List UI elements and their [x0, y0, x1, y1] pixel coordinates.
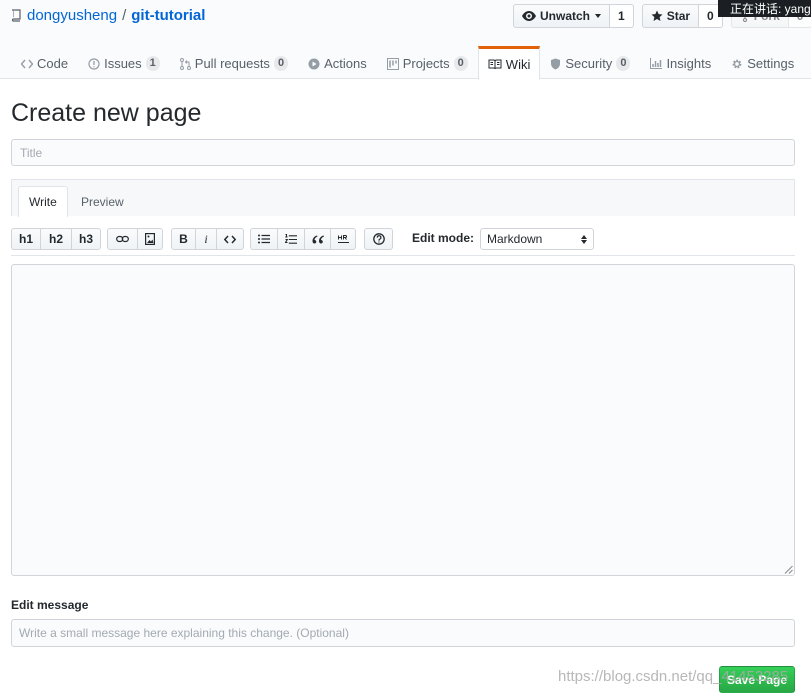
horizontal-rule-icon	[337, 234, 349, 243]
tab-preview[interactable]: Preview	[71, 186, 134, 217]
h3-button[interactable]: h3	[71, 228, 101, 250]
select-arrows-icon	[581, 234, 587, 244]
star-group: Star 0	[641, 4, 723, 28]
code-button[interactable]	[216, 228, 244, 250]
play-icon	[308, 58, 320, 69]
repo-title: dongyusheng / git-tutorial	[11, 7, 205, 24]
unordered-list-icon	[258, 234, 270, 244]
page-body-textarea[interactable]	[11, 264, 795, 576]
tab-insights[interactable]: Insights	[640, 46, 721, 79]
repo-icon	[11, 9, 21, 22]
tab-label: Issues	[104, 56, 142, 71]
tab-label: Insights	[666, 56, 712, 71]
tab-label: Security	[565, 56, 613, 71]
tab-label: Projects	[402, 56, 450, 71]
ordered-list-icon	[285, 233, 297, 244]
tab-issues[interactable]: Issues 1	[78, 46, 170, 79]
tab-projects[interactable]: Projects 0	[377, 46, 478, 79]
eye-icon	[522, 11, 536, 21]
quote-button[interactable]	[304, 228, 330, 250]
speaking-tooltip: 正在讲话: yang	[718, 0, 811, 17]
image-button[interactable]	[137, 228, 163, 250]
edit-mode-label: Edit mode:	[412, 231, 474, 245]
edit-message-label: Edit message	[11, 598, 89, 612]
repo-separator: /	[122, 7, 127, 24]
gear-icon	[732, 59, 742, 68]
tab-security[interactable]: Security 0	[540, 46, 640, 79]
bullet-list-button[interactable]	[250, 228, 277, 250]
insert-group	[107, 228, 163, 250]
help-group	[364, 228, 393, 250]
star-icon	[651, 10, 663, 21]
shield-icon	[551, 58, 561, 69]
tab-label: Settings	[747, 56, 795, 71]
issues-counter: 1	[145, 56, 160, 71]
repo-name-link[interactable]: git-tutorial	[131, 7, 205, 24]
image-icon	[145, 233, 155, 245]
watchers-count[interactable]: 1	[610, 4, 634, 28]
h2-button[interactable]: h2	[40, 228, 71, 250]
caret-down-icon	[595, 14, 602, 18]
tab-settings[interactable]: Settings	[721, 46, 804, 79]
help-button[interactable]	[364, 228, 393, 250]
link-icon	[116, 235, 129, 243]
unwatch-button[interactable]: Unwatch	[513, 4, 611, 28]
projects-counter: 0	[453, 56, 468, 71]
unwatch-label: Unwatch	[540, 9, 591, 23]
markdown-toolbar: h1 h2 h3 B i Edit mode: Markdown	[11, 228, 795, 256]
pull-requests-counter: 0	[273, 56, 289, 71]
book-icon	[488, 59, 502, 69]
italic-button[interactable]: i	[195, 228, 216, 250]
tab-pull-requests[interactable]: Pull requests 0	[170, 46, 298, 79]
editor-tabs: Write Preview	[11, 179, 795, 217]
pull-request-icon	[179, 57, 191, 70]
repo-owner-link[interactable]: dongyusheng	[27, 7, 117, 24]
code-icon	[224, 234, 236, 244]
star-label: Star	[666, 9, 691, 23]
bold-button[interactable]: B	[171, 228, 195, 250]
title-input[interactable]	[11, 139, 795, 166]
format-group: B i	[171, 228, 244, 250]
watch-group: Unwatch 1	[513, 4, 634, 28]
edit-mode-select[interactable]: Markdown	[480, 228, 594, 250]
resize-grip-icon[interactable]	[784, 565, 793, 574]
star-button[interactable]: Star	[641, 4, 700, 28]
quote-icon	[312, 235, 324, 243]
project-icon	[386, 57, 399, 70]
tab-label: Pull requests	[194, 56, 270, 71]
h1-button[interactable]: h1	[11, 228, 40, 250]
tab-label: Code	[37, 56, 69, 71]
tab-actions[interactable]: Actions	[298, 46, 377, 79]
numbered-list-button[interactable]	[277, 228, 304, 250]
graph-icon	[650, 58, 663, 69]
repo-nav-tabs: Code Issues 1 Pull requests 0 Actions Pr…	[11, 46, 804, 80]
page-title: Create new page	[11, 99, 202, 127]
tab-label: Wiki	[505, 56, 531, 72]
horizontal-rule-button[interactable]	[330, 228, 356, 250]
edit-message-input[interactable]	[11, 619, 795, 647]
link-button[interactable]	[107, 228, 137, 250]
list-group	[250, 228, 356, 250]
code-icon	[21, 59, 33, 68]
tab-write[interactable]: Write	[18, 186, 68, 217]
issue-icon	[88, 57, 100, 70]
watermark-text: https://blog.csdn.net/qq_41453285	[558, 668, 789, 685]
question-icon	[372, 233, 385, 245]
repo-header: dongyusheng / git-tutorial Unwatch 1 Sta…	[0, 0, 811, 80]
tab-code[interactable]: Code	[11, 46, 78, 79]
tab-label: Actions	[324, 56, 367, 71]
tab-wiki[interactable]: Wiki	[477, 46, 541, 80]
heading-group: h1 h2 h3	[11, 228, 101, 250]
edit-mode-value: Markdown	[487, 232, 543, 246]
security-counter: 0	[616, 56, 631, 71]
